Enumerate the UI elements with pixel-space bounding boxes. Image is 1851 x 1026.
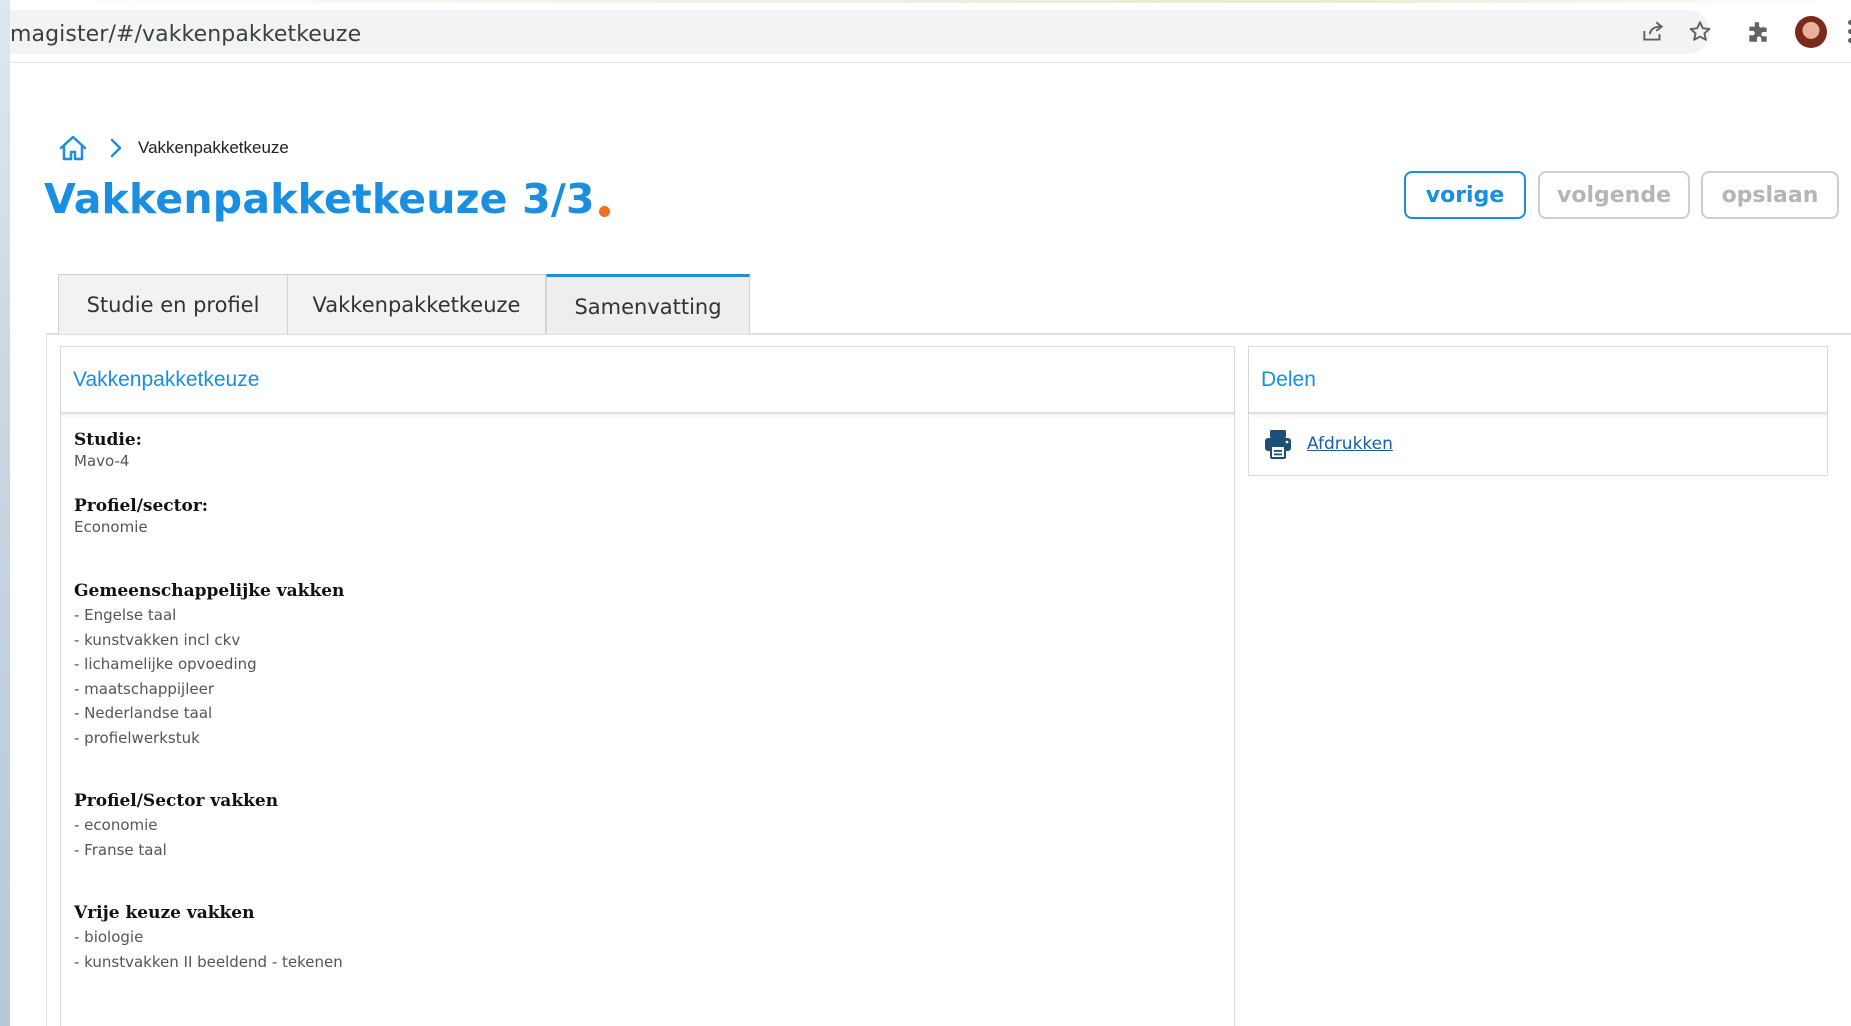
- print-row: Afdrukken: [1249, 414, 1827, 474]
- vrije-keuze-section: Vrije keuze vakken - biologie - kunstvak…: [74, 903, 1221, 974]
- page-title-text: Vakkenpakketkeuze 3/3: [44, 175, 595, 223]
- gemeenschappelijke-vakken-label: Gemeenschappelijke vakken: [74, 581, 345, 601]
- gemeenschappelijke-vakken-list: - Engelse taal - kunstvakken incl ckv - …: [74, 603, 1221, 750]
- tab-studie-en-profiel[interactable]: Studie en profiel: [58, 274, 288, 334]
- share-icon[interactable]: [1640, 19, 1666, 45]
- studie-value: Mavo-4: [74, 452, 130, 470]
- chevron-right-icon: [110, 138, 122, 158]
- title-dot: [598, 206, 610, 217]
- share-panel-heading: Delen: [1249, 347, 1827, 414]
- summary-panel-body: Studie: Mavo-4 Profiel/sector: Economie …: [61, 414, 1234, 986]
- sector-vakken-label: Profiel/Sector vakken: [74, 791, 279, 811]
- bookmark-star-icon[interactable]: [1687, 19, 1713, 45]
- breadcrumb: Vakkenpakketkeuze: [58, 133, 289, 163]
- sector-vakken-section: Profiel/Sector vakken - economie - Frans…: [74, 791, 1221, 862]
- sector-vakken-list: - economie - Franse taal: [74, 813, 1221, 862]
- browser-toolbar: magister/#/vakkenpakketkeuze: [10, 0, 1851, 63]
- printer-icon[interactable]: [1263, 428, 1293, 460]
- vrije-keuze-list: - biologie - kunstvakken II beeldend - t…: [74, 925, 1221, 974]
- toolbar-accent: [10, 0, 1851, 3]
- summary-panel: Vakkenpakketkeuze Studie: Mavo-4 Profiel…: [60, 346, 1235, 1026]
- summary-panel-heading: Vakkenpakketkeuze: [61, 347, 1234, 414]
- address-bar[interactable]: magister/#/vakkenpakketkeuze: [10, 10, 1713, 54]
- list-item: - profielwerkstuk: [74, 728, 200, 747]
- desktop-edge: [0, 0, 10, 1026]
- list-item: - Engelse taal: [74, 606, 177, 624]
- next-button[interactable]: volgende: [1538, 171, 1690, 219]
- share-panel: Delen Afdrukken: [1248, 346, 1828, 476]
- list-item: - economie: [74, 816, 158, 834]
- profiel-label: Profiel/sector:: [74, 496, 209, 516]
- list-item: - maatschappijleer: [74, 679, 214, 698]
- list-item: - kunstvakken incl ckv: [74, 630, 241, 649]
- extensions-icon[interactable]: [1745, 19, 1771, 45]
- profile-avatar[interactable]: [1795, 16, 1827, 48]
- breadcrumb-current: Vakkenpakketkeuze: [138, 138, 289, 157]
- vrije-keuze-label: Vrije keuze vakken: [74, 903, 255, 923]
- url-text[interactable]: magister/#/vakkenpakketkeuze: [10, 22, 361, 47]
- save-button[interactable]: opslaan: [1701, 171, 1839, 219]
- tab-vakkenpakketkeuze[interactable]: Vakkenpakketkeuze: [288, 274, 546, 334]
- list-item: - biologie: [74, 928, 144, 946]
- page-title: Vakkenpakketkeuze 3/3: [44, 175, 610, 223]
- print-link[interactable]: Afdrukken: [1307, 434, 1393, 454]
- tab-bar: Studie en profiel Vakkenpakketkeuze Same…: [58, 274, 750, 334]
- home-icon[interactable]: [58, 134, 88, 162]
- tab-samenvatting[interactable]: Samenvatting: [546, 274, 750, 334]
- previous-button[interactable]: vorige: [1404, 171, 1526, 219]
- profiel-value: Economie: [74, 518, 148, 536]
- browser-menu-icon[interactable]: [1846, 20, 1851, 44]
- list-item: - Franse taal: [74, 840, 167, 859]
- studie-section: Studie: Mavo-4: [74, 430, 1221, 470]
- list-item: - kunstvakken II beeldend - tekenen: [74, 952, 343, 971]
- list-item: - Nederlandse taal: [74, 704, 213, 722]
- gemeenschappelijke-vakken-section: Gemeenschappelijke vakken - Engelse taal…: [74, 581, 1221, 750]
- profiel-section: Profiel/sector: Economie: [74, 496, 1221, 536]
- app-window: magister/#/vakkenpakketkeuze Vakkenpakke…: [0, 0, 1851, 1026]
- list-item: - lichamelijke opvoeding: [74, 655, 257, 673]
- studie-label: Studie:: [74, 430, 142, 450]
